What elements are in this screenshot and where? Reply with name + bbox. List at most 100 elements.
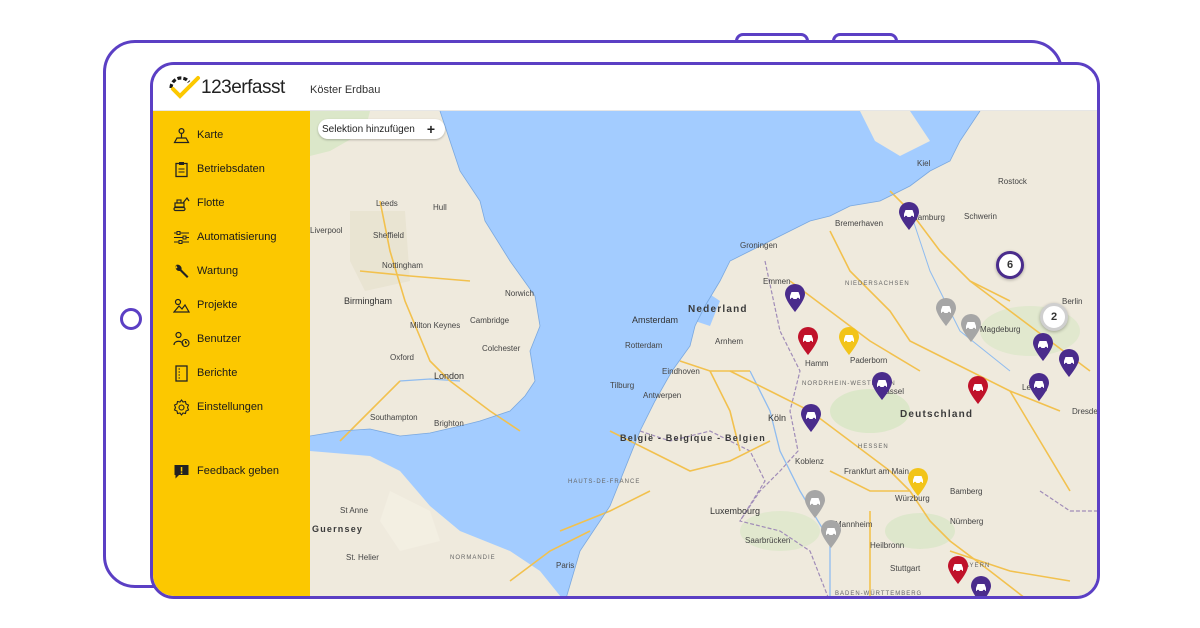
map-label-city: Colchester [482,344,521,353]
sidebar-item-label: Karte [197,129,224,141]
plus-icon: + [426,121,436,137]
excavator-icon [171,194,191,212]
car-pin-icon [798,327,818,355]
vehicle-marker[interactable] [784,283,806,313]
vehicle-marker[interactable] [1028,372,1050,402]
sidebar-item-label: Einstellungen [197,401,264,413]
map-label-city: Koblenz [795,457,824,466]
add-selection-label: Selektion hinzufügen [322,123,415,135]
sidebar-item-projekte[interactable]: Projekte [171,294,237,316]
map-label-city: Rotterdam [625,341,663,350]
vehicle-marker[interactable] [967,375,989,405]
vehicle-marker[interactable] [800,403,822,433]
vehicle-marker[interactable] [935,297,957,327]
sidebar-item-karte[interactable]: Karte [171,124,223,146]
sidebar: Karte Betriebsdaten Flotte Automatisieru… [153,111,310,596]
add-selection-button[interactable]: Selektion hinzufügen + [318,119,446,139]
gear-icon [171,398,191,416]
map-label-city: Birmingham [344,296,393,306]
car-pin-icon [1059,349,1079,377]
car-pin-icon [1033,333,1053,361]
car-pin-icon [948,556,968,584]
sidebar-item-benutzer[interactable]: Benutzer [171,328,241,350]
map-label-city: Liverpool [310,226,343,235]
map-label-city: Southampton [370,413,418,422]
map-label-city: Saarbrücken [745,536,791,545]
sidebar-item-label: Betriebsdaten [197,163,265,175]
map-label-city: Cambridge [470,316,510,325]
sidebar-item-label: Berichte [197,367,238,379]
tablet-home-button [120,308,142,330]
map-label-city: Antwerpen [643,391,682,400]
map-label-city: Magdeburg [980,325,1021,334]
map-label-city: Tilburg [610,381,635,390]
car-pin-icon [801,404,821,432]
user-clock-icon [171,330,191,348]
vehicle-marker[interactable] [797,326,819,356]
car-pin-icon [961,314,981,342]
vehicle-marker[interactable] [898,201,920,231]
map-cluster[interactable]: 2 [1040,303,1068,331]
sidebar-item-betriebsdaten[interactable]: Betriebsdaten [171,158,265,180]
map-label-region: BADEN-WÜRTTEMBERG [835,591,923,597]
map-label-city: Brighton [434,419,464,428]
sidebar-item-label: Flotte [197,197,225,209]
map-label-region: NIEDERSACHSEN [845,281,910,287]
car-pin-icon [968,376,988,404]
map-label-city: Rostock [998,177,1027,186]
sidebar-item-automatisierung[interactable]: Automatisierung [171,226,277,248]
car-pin-icon [872,372,892,400]
map-label-city: Leeds [376,199,398,208]
car-pin-icon [935,595,957,599]
map-label-country: België - Belgique - Belgien [620,433,766,443]
map-label-country: Luxembourg [710,506,761,516]
map-label-city: Amsterdam [632,315,679,325]
map-label-city: Hamm [805,359,829,368]
map-view[interactable]: Selektion hinzufügen + Nederland België … [310,111,1097,599]
map-label-city: Berlin [1062,297,1083,306]
sidebar-item-label: Automatisierung [197,231,277,243]
map-cluster[interactable]: 6 [996,251,1024,279]
app-logo[interactable]: 123erfasst [167,75,285,101]
feedback-icon [171,462,191,480]
car-pin-icon [908,468,928,496]
vehicle-marker[interactable] [871,371,893,401]
car-pin-icon [1029,373,1049,401]
vehicle-marker[interactable] [947,555,969,585]
vehicle-marker[interactable] [970,575,992,596]
vehicle-marker[interactable] [907,467,929,497]
vehicle-marker[interactable] [935,595,957,599]
map-label-city: Milton Keynes [410,321,461,330]
map-label-country: Guernsey [312,524,364,534]
vehicle-marker[interactable] [838,326,860,356]
tablet-illustration: 123erfasst Köster Erdbau Karte Betriebsd… [0,0,1200,628]
sidebar-item-flotte[interactable]: Flotte [171,192,225,214]
map-label-city: Schwerin [964,212,997,221]
map-label-city: London [434,371,465,381]
vehicle-marker[interactable] [804,489,826,519]
map-label-city: St. Helier [346,553,379,562]
sidebar-item-wartung[interactable]: Wartung [171,260,238,282]
map-label-city: St Anne [340,506,369,515]
logo-check-icon [169,76,200,99]
sidebar-item-berichte[interactable]: Berichte [171,362,237,384]
sidebar-item-einstellungen[interactable]: Einstellungen [171,396,263,418]
vehicle-marker[interactable] [1058,348,1080,378]
app-header: 123erfasst Köster Erdbau [153,65,1097,111]
cluster-count: 2 [1050,311,1058,323]
sidebar-item-label: Wartung [197,265,239,277]
map-label-city: Oxford [390,353,415,362]
vehicle-marker[interactable] [820,519,842,549]
sliders-icon [171,228,191,246]
map-label-city: Frankfurt am Main [844,467,909,476]
map-label-city: Kiel [917,159,931,168]
vehicle-marker[interactable] [1032,332,1054,362]
car-pin-icon [936,298,956,326]
map-label-city: Hull [433,203,447,212]
feedback-button[interactable]: Feedback geben [171,460,279,482]
cluster-count: 6 [1006,259,1014,271]
car-pin-icon [839,327,859,355]
vehicle-marker[interactable] [960,313,982,343]
car-pin-icon [821,520,841,548]
report-icon [171,364,191,382]
